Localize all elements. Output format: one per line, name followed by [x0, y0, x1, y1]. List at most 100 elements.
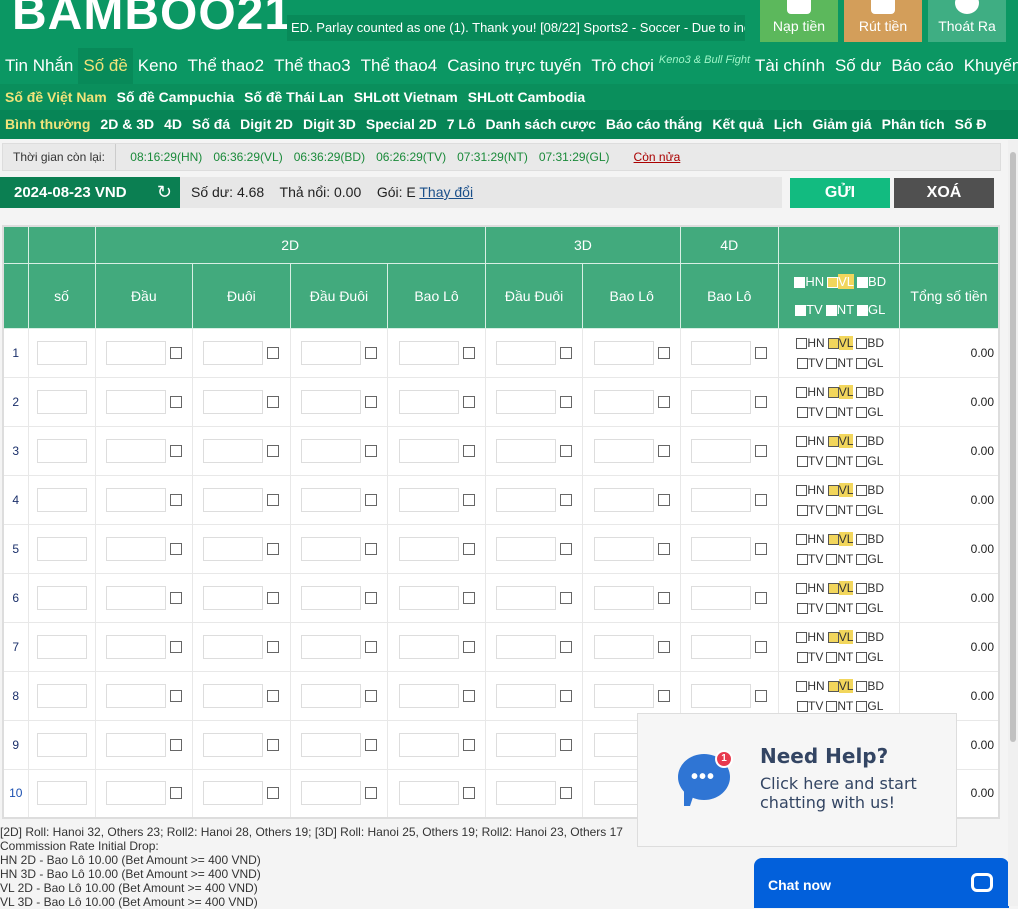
- amount-input[interactable]: [105, 487, 166, 512]
- amount-checkbox[interactable]: [267, 787, 280, 800]
- amount-checkbox[interactable]: [267, 444, 280, 457]
- subnav-so-de-thai-lan[interactable]: Số đề Thái Lan: [239, 84, 349, 110]
- amount-checkbox[interactable]: [267, 640, 280, 653]
- subnav-binh-thuong[interactable]: Bình thường: [0, 110, 95, 139]
- region-checkbox-vl[interactable]: [827, 337, 839, 349]
- amount-checkbox[interactable]: [560, 787, 573, 800]
- subnav-digit-3d[interactable]: Digit 3D: [298, 110, 361, 139]
- amount-checkbox[interactable]: [657, 591, 670, 604]
- region-checkbox-hn[interactable]: [796, 680, 808, 692]
- amount-input[interactable]: [105, 732, 166, 757]
- amount-input[interactable]: [300, 340, 361, 365]
- number-input[interactable]: [36, 634, 87, 659]
- amount-input[interactable]: [398, 487, 459, 512]
- amount-checkbox[interactable]: [657, 542, 670, 555]
- amount-checkbox[interactable]: [462, 346, 475, 359]
- amount-checkbox[interactable]: [364, 542, 377, 555]
- amount-input[interactable]: [203, 340, 264, 365]
- amount-input[interactable]: [691, 487, 752, 512]
- logout-button[interactable]: Thoát Ra: [928, 0, 1006, 42]
- region-checkbox-gl[interactable]: [856, 504, 868, 516]
- amount-input[interactable]: [496, 781, 557, 806]
- amount-checkbox[interactable]: [560, 542, 573, 555]
- amount-checkbox[interactable]: [560, 346, 573, 359]
- region-checkbox-gl[interactable]: [856, 406, 868, 418]
- amount-checkbox[interactable]: [755, 640, 768, 653]
- amount-input[interactable]: [300, 732, 361, 757]
- amount-checkbox[interactable]: [364, 689, 377, 702]
- region-checkbox-nt[interactable]: [826, 504, 838, 516]
- number-input[interactable]: [36, 487, 87, 512]
- amount-checkbox[interactable]: [267, 738, 280, 751]
- region-checkbox-gl[interactable]: [856, 651, 868, 663]
- region-checkbox-nt[interactable]: [825, 304, 837, 316]
- subnav-special-2d[interactable]: Special 2D: [361, 110, 442, 139]
- amount-input[interactable]: [105, 585, 166, 610]
- region-checkbox-vl[interactable]: [827, 435, 839, 447]
- number-input[interactable]: [36, 438, 87, 463]
- amount-checkbox[interactable]: [462, 689, 475, 702]
- nav-item-so-du[interactable]: Số dư: [830, 48, 886, 84]
- region-checkbox-tv[interactable]: [797, 406, 809, 418]
- region-checkbox-vl[interactable]: [827, 276, 839, 288]
- region-checkbox-bd[interactable]: [857, 276, 869, 288]
- amount-checkbox[interactable]: [560, 444, 573, 457]
- amount-checkbox[interactable]: [267, 346, 280, 359]
- amount-input[interactable]: [300, 438, 361, 463]
- subnav-4d[interactable]: 4D: [159, 110, 187, 139]
- region-checkbox-bd[interactable]: [856, 582, 868, 594]
- region-checkbox-hn[interactable]: [796, 631, 808, 643]
- number-input[interactable]: [36, 536, 87, 561]
- amount-input[interactable]: [398, 781, 459, 806]
- region-checkbox-nt[interactable]: [826, 651, 838, 663]
- number-input[interactable]: [36, 781, 87, 806]
- amount-input[interactable]: [691, 438, 752, 463]
- amount-checkbox[interactable]: [169, 640, 182, 653]
- region-checkbox-hn[interactable]: [796, 435, 808, 447]
- region-checkbox-bd[interactable]: [856, 337, 868, 349]
- subnav-7-lo[interactable]: 7 Lô: [442, 110, 481, 139]
- amount-checkbox[interactable]: [267, 542, 280, 555]
- subnav-phan-tich[interactable]: Phân tích: [877, 110, 950, 139]
- region-checkbox-vl[interactable]: [827, 484, 839, 496]
- region-checkbox-nt[interactable]: [826, 357, 838, 369]
- region-checkbox-vl[interactable]: [827, 631, 839, 643]
- subnav-digit-2d[interactable]: Digit 2D: [235, 110, 298, 139]
- region-checkbox-hn[interactable]: [796, 484, 808, 496]
- amount-input[interactable]: [105, 634, 166, 659]
- region-checkbox-gl[interactable]: [857, 304, 869, 316]
- region-checkbox-tv[interactable]: [797, 504, 809, 516]
- amount-input[interactable]: [300, 683, 361, 708]
- subnav-lich[interactable]: Lịch: [769, 110, 808, 139]
- region-checkbox-nt[interactable]: [826, 553, 838, 565]
- amount-checkbox[interactable]: [755, 689, 768, 702]
- amount-input[interactable]: [691, 389, 752, 414]
- subnav-so-de-campuchia[interactable]: Số đề Campuchia: [112, 84, 239, 110]
- subnav-bao-cao-thang[interactable]: Báo cáo thắng: [601, 110, 707, 139]
- amount-input[interactable]: [203, 634, 264, 659]
- amount-checkbox[interactable]: [267, 395, 280, 408]
- amount-checkbox[interactable]: [657, 346, 670, 359]
- region-checkbox-tv[interactable]: [795, 304, 807, 316]
- amount-checkbox[interactable]: [657, 395, 670, 408]
- amount-input[interactable]: [593, 683, 654, 708]
- amount-input[interactable]: [496, 487, 557, 512]
- amount-input[interactable]: [691, 683, 752, 708]
- amount-input[interactable]: [105, 438, 166, 463]
- region-checkbox-bd[interactable]: [856, 680, 868, 692]
- withdraw-button[interactable]: Rút tiền: [844, 0, 922, 42]
- amount-input[interactable]: [398, 732, 459, 757]
- amount-checkbox[interactable]: [657, 689, 670, 702]
- region-checkbox-nt[interactable]: [826, 602, 838, 614]
- amount-input[interactable]: [593, 585, 654, 610]
- amount-input[interactable]: [300, 389, 361, 414]
- amount-input[interactable]: [496, 683, 557, 708]
- subnav-danh-sach-cuoc[interactable]: Danh sách cược: [481, 110, 601, 139]
- amount-input[interactable]: [203, 536, 264, 561]
- amount-input[interactable]: [105, 389, 166, 414]
- amount-checkbox[interactable]: [364, 787, 377, 800]
- amount-input[interactable]: [300, 585, 361, 610]
- region-checkbox-bd[interactable]: [856, 631, 868, 643]
- amount-checkbox[interactable]: [169, 591, 182, 604]
- amount-input[interactable]: [398, 340, 459, 365]
